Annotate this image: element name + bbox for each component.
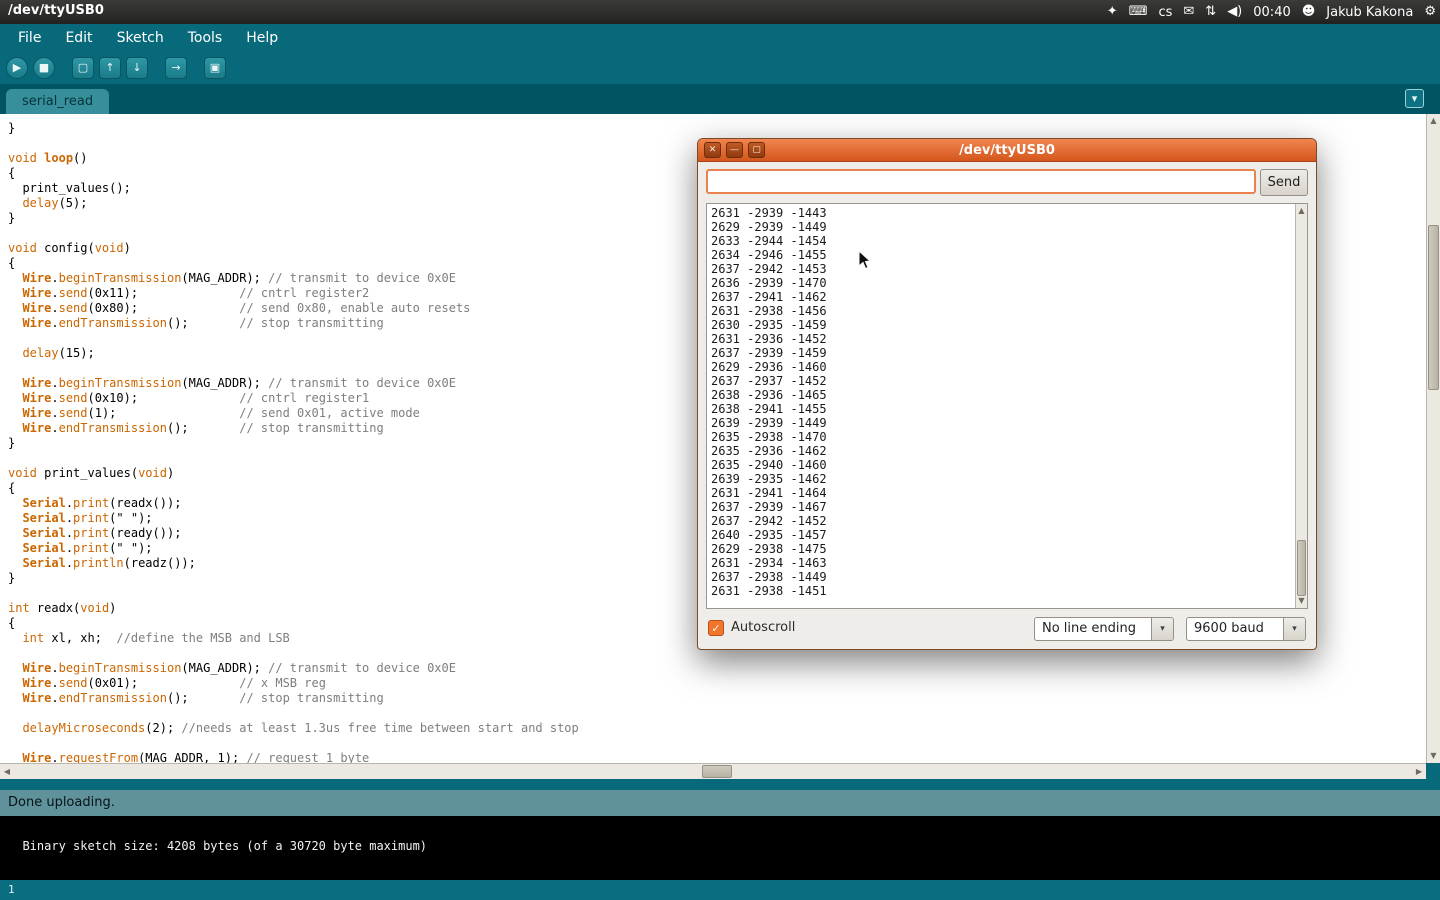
- footer-bar: 1: [0, 880, 1440, 900]
- monitor-vscrollbar[interactable]: ▲ ▼: [1295, 204, 1307, 608]
- editor-vscroll-thumb[interactable]: [1428, 225, 1439, 390]
- editor-hscrollbar[interactable]: ◀ ▶: [0, 763, 1426, 779]
- line-ending-dropdown[interactable]: No line ending ▾: [1034, 617, 1174, 641]
- toolbar: ▶ ■ ▢ ↑ ↓ → ▣: [0, 52, 1440, 84]
- scroll-left-icon[interactable]: ◀: [0, 764, 14, 780]
- autoscroll-checkbox[interactable]: ✓: [708, 620, 724, 636]
- indicator-icon[interactable]: ✦: [1107, 0, 1118, 24]
- menu-help[interactable]: Help: [238, 26, 286, 50]
- minimize-icon: —: [730, 145, 739, 155]
- chevron-down-icon[interactable]: ▾: [1151, 618, 1173, 640]
- menubar: File Edit Sketch Tools Help: [0, 24, 1440, 52]
- keyboard-icon[interactable]: ⌨: [1129, 0, 1148, 24]
- stop-icon: ■: [39, 61, 49, 74]
- tabbar: serial_read ▾: [0, 84, 1440, 114]
- verify-icon: ▶: [13, 61, 21, 74]
- serial-monitor-title: /dev/ttyUSB0: [698, 139, 1316, 162]
- user-menu[interactable]: Jakub Kakona: [1326, 5, 1413, 20]
- serial-monitor-window: ✕ — ▢ /dev/ttyUSB0 Send 2631 -2939 -1443…: [697, 138, 1317, 650]
- line-ending-value: No line ending: [1035, 618, 1151, 640]
- tab-menu-button[interactable]: ▾: [1405, 89, 1424, 108]
- check-icon: ✓: [711, 622, 720, 635]
- serial-monitor-icon: ▣: [210, 61, 220, 74]
- new-sketch-button[interactable]: ▢: [72, 57, 94, 79]
- panel-window-title: /dev/ttyUSB0: [8, 3, 104, 18]
- serial-output: 2631 -2939 -1443 2629 -2939 -1449 2633 -…: [711, 206, 1293, 606]
- user-icon: ☻: [1302, 0, 1316, 24]
- window-minimize-button[interactable]: —: [726, 142, 743, 158]
- baud-rate-value: 9600 baud: [1187, 618, 1283, 640]
- save-button[interactable]: ↓: [126, 57, 148, 79]
- network-icon[interactable]: ⇅: [1205, 0, 1216, 24]
- code-lines: } void loop(){ print_values(); delay(5);…: [8, 121, 579, 763]
- save-icon: ↓: [132, 61, 141, 74]
- volume-icon[interactable]: ◀): [1227, 0, 1242, 24]
- status-message: Done uploading.: [8, 795, 115, 810]
- keyboard-layout-label[interactable]: cs: [1158, 5, 1172, 20]
- top-panel: /dev/ttyUSB0 ✦ ⌨ cs ✉ ⇅ ◀) 00:40 ☻ Jakub…: [0, 0, 1440, 24]
- status-bar: Done uploading.: [0, 790, 1440, 816]
- serial-monitor-titlebar[interactable]: ✕ — ▢ /dev/ttyUSB0: [698, 139, 1316, 162]
- window-close-button[interactable]: ✕: [704, 142, 721, 158]
- gear-icon[interactable]: ⚙: [1424, 0, 1436, 24]
- monitor-scroll-down-icon[interactable]: ▼: [1296, 594, 1307, 608]
- maximize-icon: ▢: [752, 145, 761, 155]
- close-icon: ✕: [709, 145, 717, 155]
- monitor-bottom-bar: ✓ Autoscroll No line ending ▾ 9600 baud …: [698, 615, 1316, 643]
- tab-label: serial_read: [22, 94, 93, 109]
- editor-hscroll-thumb[interactable]: [702, 765, 732, 778]
- baud-rate-dropdown[interactable]: 9600 baud ▾: [1186, 617, 1306, 641]
- monitor-scroll-up-icon[interactable]: ▲: [1296, 204, 1307, 218]
- clock-label[interactable]: 00:40: [1253, 5, 1290, 20]
- menu-file[interactable]: File: [10, 26, 49, 50]
- open-icon: ↑: [105, 61, 114, 74]
- scroll-down-icon[interactable]: ▼: [1427, 749, 1440, 763]
- send-button[interactable]: Send: [1260, 169, 1308, 196]
- serial-output-area: 2631 -2939 -1443 2629 -2939 -1449 2633 -…: [706, 203, 1308, 609]
- new-sketch-icon: ▢: [78, 61, 88, 74]
- line-indicator: 1: [8, 883, 15, 896]
- upload-icon: →: [171, 61, 180, 74]
- scroll-up-icon[interactable]: ▲: [1427, 114, 1440, 128]
- tab-menu-icon: ▾: [1412, 92, 1418, 105]
- menu-tools[interactable]: Tools: [180, 26, 231, 50]
- verify-button[interactable]: ▶: [6, 57, 28, 79]
- tab-serial-read[interactable]: serial_read: [6, 89, 109, 114]
- open-button[interactable]: ↑: [99, 57, 121, 79]
- chevron-down-icon[interactable]: ▾: [1283, 618, 1305, 640]
- scroll-right-icon[interactable]: ▶: [1412, 764, 1426, 780]
- serial-monitor-button[interactable]: ▣: [204, 57, 226, 79]
- build-console: Binary sketch size: 4208 bytes (of a 307…: [0, 816, 1440, 880]
- editor-vscrollbar[interactable]: ▲ ▼: [1426, 114, 1440, 763]
- autoscroll-label: Autoscroll: [731, 620, 795, 635]
- upload-button[interactable]: →: [165, 57, 187, 79]
- menu-sketch[interactable]: Sketch: [109, 26, 172, 50]
- window-maximize-button[interactable]: ▢: [748, 142, 765, 158]
- serial-send-input[interactable]: [706, 169, 1256, 194]
- menu-edit[interactable]: Edit: [57, 26, 100, 50]
- stop-button[interactable]: ■: [33, 57, 55, 79]
- mail-icon[interactable]: ✉: [1183, 0, 1194, 24]
- monitor-vscroll-thumb[interactable]: [1297, 540, 1306, 596]
- console-line: Binary sketch size: 4208 bytes (of a 307…: [22, 839, 427, 853]
